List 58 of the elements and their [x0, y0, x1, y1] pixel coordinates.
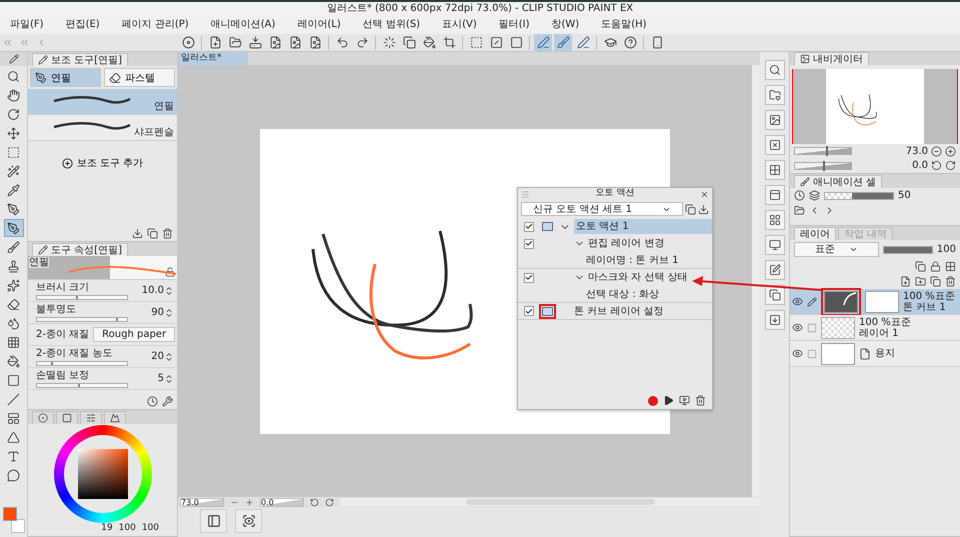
menu-item[interactable]: 레이어(L)	[297, 17, 341, 31]
action-step[interactable]: 톤 커브 레이어 설정	[574, 304, 712, 318]
paper-texture-select[interactable]: Rough paper	[93, 327, 176, 342]
action-step[interactable]: 선택 대상 : 화상	[570, 286, 712, 302]
layer-name: 용지	[875, 348, 895, 359]
property-label: 브러시 크기	[36, 282, 90, 292]
action-step[interactable]: 마스크와 자 선택 상태	[574, 270, 712, 285]
layer-name: 톤 커브 1	[903, 302, 947, 312]
action-set-select[interactable]: 신규 오토 액션 세트 1	[521, 202, 683, 216]
blend-mode-select[interactable]: 표준	[794, 242, 879, 257]
menu-item[interactable]: 파일(F)	[10, 17, 44, 31]
layer-row[interactable]: 용지	[790, 341, 960, 367]
panel-tab[interactable]: 보조 도구[연필]	[32, 53, 128, 66]
add-sub-tool-button[interactable]: 보조 도구 추가	[56, 155, 150, 171]
color-readout: 100	[118, 524, 136, 534]
menu-item[interactable]: 필터(I)	[498, 17, 530, 31]
tool-group-tab[interactable]: 파스텔	[104, 68, 175, 87]
panel-tab[interactable]: 내비게이터	[794, 52, 869, 66]
zoom-value: 73.0	[906, 146, 928, 157]
property-label: 불투명도	[36, 304, 77, 314]
layer-mode: 100 %표준	[859, 316, 911, 328]
property-value: 20	[151, 351, 164, 362]
property-value: 90	[151, 307, 164, 318]
menu-item[interactable]: 선택 범위(S)	[362, 17, 420, 31]
layer-mode: 100 %표준	[903, 290, 955, 302]
sub-tool-item[interactable]: 연필	[28, 89, 177, 115]
panel-tab[interactable]: 레이어	[794, 227, 836, 240]
panel-tab[interactable]: 도구 속성[연필]	[32, 243, 128, 256]
menu-item[interactable]: 편집(E)	[66, 17, 100, 31]
layer-row[interactable]: 100 %표준 레이어 1	[790, 315, 960, 341]
menu-item[interactable]: 애니메이션(A)	[210, 17, 276, 31]
color-readout: 19	[101, 524, 113, 534]
property-value: 10.0	[142, 285, 164, 296]
window-title: 일러스트* (800 x 600px 72dpi 73.0%) - CLIP STUDIO PAINT EX	[326, 2, 634, 14]
property-label: 2-종이 재질 농도	[36, 348, 114, 358]
menu-item[interactable]: 도움말(H)	[601, 17, 647, 31]
property-label: 손떨림 보정	[36, 370, 90, 380]
color-readout: 100	[142, 524, 159, 534]
menu-item[interactable]: 표시(V)	[442, 17, 477, 31]
menu-item[interactable]: 페이지 관리(P)	[122, 17, 189, 31]
opacity-value: 100	[936, 244, 956, 255]
opacity-value: 50	[898, 190, 911, 201]
layer-row[interactable]: 100 %표준 톤 커브 1	[790, 289, 960, 315]
angle-value: 0.0	[912, 160, 928, 172]
property-label: 2-종이 재질	[36, 329, 90, 340]
action-step[interactable]: 오토 액션 1	[574, 219, 712, 234]
zoom-field[interactable]: 73.0	[180, 498, 224, 506]
panel-tab[interactable]: 애니메이션 셀	[794, 175, 882, 188]
tool-group-tab[interactable]: 연필	[30, 68, 101, 87]
property-value: 5	[158, 373, 164, 384]
action-step[interactable]: 레이어명 : 톤 커브 1	[570, 252, 712, 268]
menu-item[interactable]: 창(W)	[552, 17, 580, 31]
layer-name: 레이어 1	[859, 328, 900, 338]
document-tab[interactable]: 일러스트*	[178, 52, 248, 65]
panel-title: 오토 액션	[596, 189, 634, 199]
sub-tool-item[interactable]: 샤프펜슬	[28, 115, 177, 141]
action-step[interactable]: 편집 레이어 변경	[574, 236, 712, 251]
angle-field[interactable]: 0.0	[260, 498, 304, 506]
